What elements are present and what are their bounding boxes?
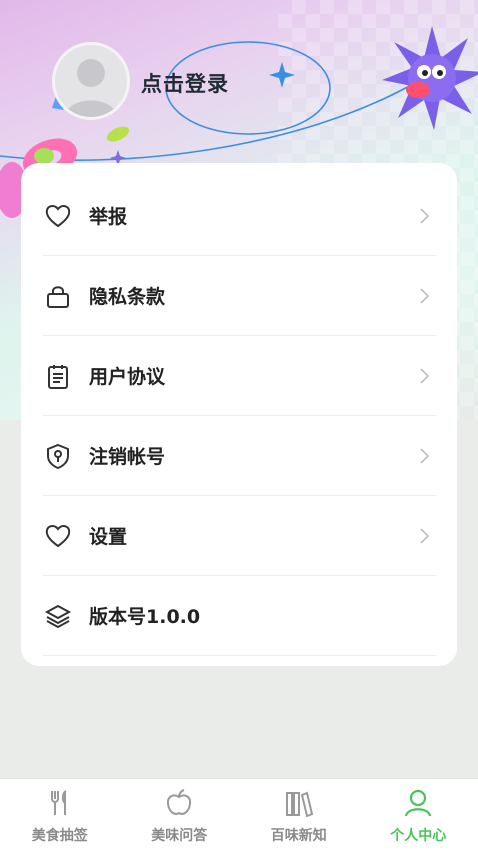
avatar[interactable] [52,42,130,120]
menu-item-label: 隐私条款 [89,286,166,308]
menu-item-report[interactable]: 举报 [43,176,436,256]
tab-food-knowledge[interactable]: 百味新知 [239,779,359,850]
menu-item-settings[interactable]: 设置 [43,496,436,576]
layers-icon [43,601,73,631]
chevron-right-icon [420,368,430,384]
menu-item-version: 版本号1.0.0 [43,576,436,656]
shield-icon [43,441,73,471]
tab-food-qa[interactable]: 美味问答 [120,779,240,850]
user-placeholder-icon [65,59,117,117]
utensils-icon [50,790,67,815]
chevron-right-icon [420,208,430,224]
tab-label: 个人中心 [390,828,447,844]
tab-food-draw[interactable]: 美食抽签 [0,779,120,850]
tab-label: 美味问答 [151,828,208,844]
lock-icon [43,281,73,311]
menu-item-privacy[interactable]: 隐私条款 [43,256,436,336]
menu-item-label: 举报 [89,206,128,228]
login-link[interactable]: 点击登录 [141,68,229,98]
version-label: 版本号1.0.0 [89,606,201,628]
bottom-tab-bar: 美食抽签 美味问答 百味新知 个人中心 [0,778,478,850]
menu-item-user-agreement[interactable]: 用户协议 [43,336,436,416]
tab-label: 百味新知 [270,828,327,844]
chevron-right-icon [420,528,430,544]
menu-item-label: 注销帐号 [89,446,166,468]
menu-item-cancel-account[interactable]: 注销帐号 [43,416,436,496]
person-icon [405,789,432,817]
tab-label: 美食抽签 [31,828,88,844]
apple-icon [167,789,192,815]
clipboard-icon [43,361,73,391]
heart-icon [43,521,73,551]
chevron-right-icon [420,448,430,464]
tab-personal-center[interactable]: 个人中心 [359,779,478,850]
books-icon [285,791,313,818]
menu-card: 举报 隐私条款 用户协议 注销帐号 设置 版本号1.0.0 [21,163,457,666]
heart-icon [43,201,73,231]
menu-item-label: 设置 [89,526,128,548]
chevron-right-icon [420,288,430,304]
menu-item-label: 用户协议 [89,366,166,388]
